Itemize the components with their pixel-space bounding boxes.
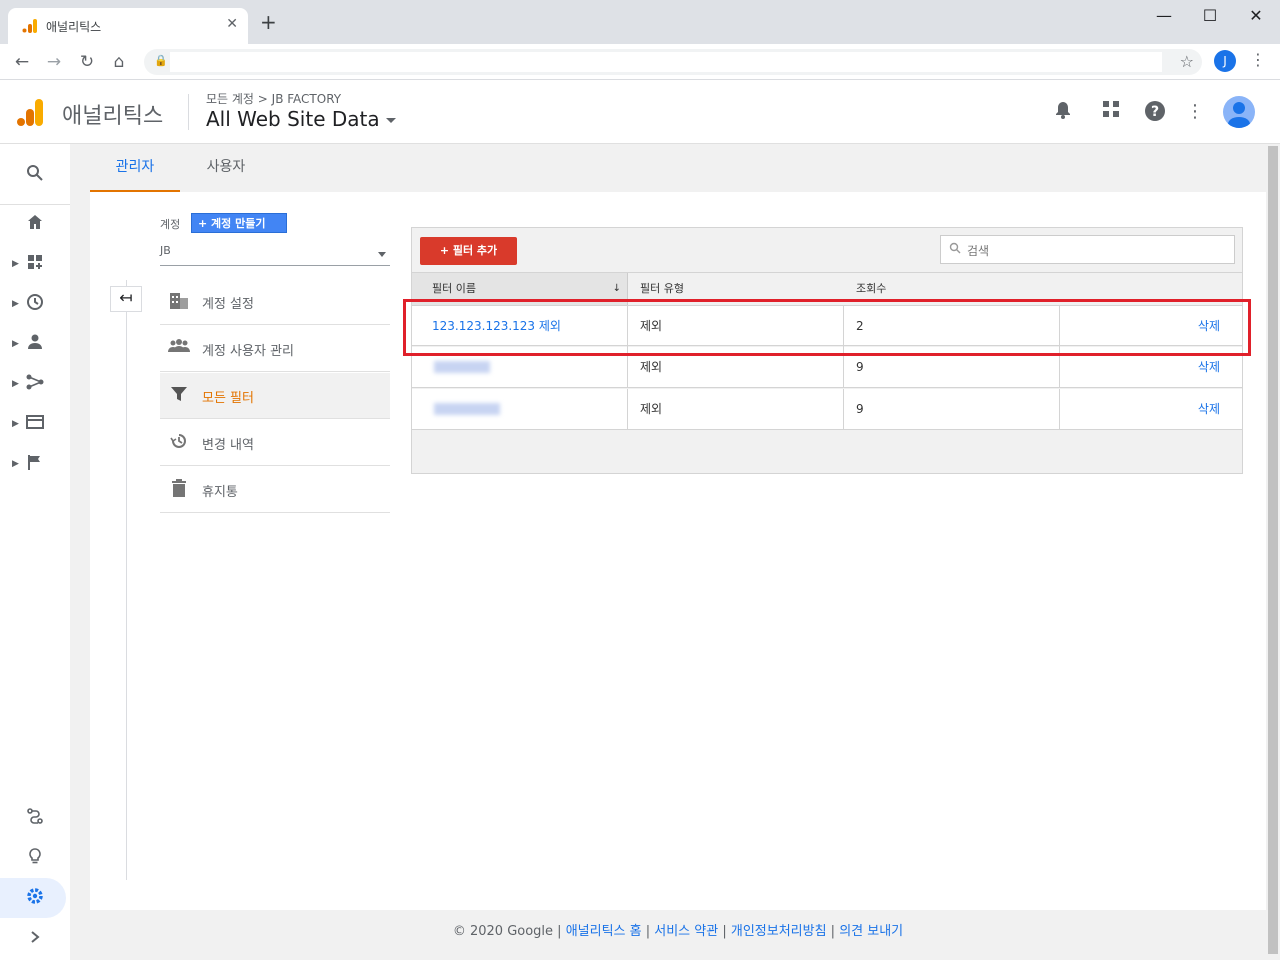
filter-views-cell: 9 xyxy=(844,389,1060,430)
create-account-button[interactable]: + 계정 만들기 xyxy=(191,213,287,233)
chevron-right-icon[interactable] xyxy=(24,928,46,950)
account-label: 계정 xyxy=(160,218,181,231)
menu-item-label: 변경 내역 xyxy=(202,438,254,453)
minimize-icon[interactable]: — xyxy=(1142,6,1186,25)
menu-item-change-history[interactable]: 변경 내역 xyxy=(160,420,390,466)
expand-arrow-icon[interactable]: ▶ xyxy=(12,299,19,309)
header-divider xyxy=(188,94,189,130)
redacted-filter-name[interactable] xyxy=(434,403,500,415)
property-name: All Web Site Data xyxy=(206,107,380,131)
history-icon xyxy=(168,432,190,454)
acquisition-icon[interactable] xyxy=(24,373,46,395)
search-placeholder: 검색 xyxy=(967,244,990,258)
admin-tabs-bar xyxy=(90,144,1266,192)
menu-item-account-settings[interactable]: 계정 설정 xyxy=(160,279,390,325)
menu-item-label: 휴지통 xyxy=(202,485,238,500)
caret-down-icon xyxy=(378,252,386,257)
account-avatar[interactable] xyxy=(1223,96,1255,128)
address-bar[interactable]: 🔒 ☆ xyxy=(144,49,1202,75)
star-icon[interactable]: ☆ xyxy=(1180,52,1194,71)
reload-icon[interactable]: ↻ xyxy=(75,50,99,74)
footer-link-privacy[interactable]: 개인정보처리방침 xyxy=(731,924,827,939)
nav-divider xyxy=(0,204,70,205)
trash-icon xyxy=(168,479,190,501)
more-vert-icon[interactable]: ⋮ xyxy=(1183,100,1207,124)
expand-arrow-icon[interactable]: ▶ xyxy=(12,419,19,429)
realtime-clock-icon[interactable] xyxy=(24,293,46,315)
chrome-menu-icon[interactable]: ⋮ xyxy=(1250,50,1266,69)
menu-item-label: 계정 사용자 관리 xyxy=(202,344,294,359)
home-nav-icon[interactable] xyxy=(24,213,46,235)
conversions-flag-icon[interactable] xyxy=(24,453,46,475)
footer-link-terms[interactable]: 서비스 약관 xyxy=(654,924,718,939)
footer-copyright: © 2020 Google xyxy=(452,924,554,939)
account-selected-value: JB xyxy=(160,244,171,257)
tab-close-icon[interactable]: ✕ xyxy=(226,16,238,32)
home-icon[interactable]: ⌂ xyxy=(107,50,131,74)
svg-text:?: ? xyxy=(1151,104,1159,120)
menu-item-label: 모든 필터 xyxy=(202,391,254,406)
expand-arrow-icon[interactable]: ▶ xyxy=(12,379,19,389)
menu-item-all-filters[interactable]: 모든 필터 xyxy=(160,373,390,419)
menu-item-user-management[interactable]: 계정 사용자 관리 xyxy=(160,326,390,372)
maximize-icon[interactable]: ☐ xyxy=(1188,6,1232,25)
people-icon xyxy=(168,338,190,360)
filter-search-input[interactable]: 검색 xyxy=(940,235,1235,264)
filter-type-cell: 제외 xyxy=(628,389,844,430)
delete-filter-link[interactable]: 삭제 xyxy=(1198,402,1220,416)
forward-icon[interactable]: → xyxy=(42,50,66,74)
breadcrumb[interactable]: 모든 계정 > JB FACTORY xyxy=(206,90,341,107)
expand-arrow-icon[interactable]: ▶ xyxy=(12,259,19,269)
lightbulb-icon[interactable] xyxy=(24,847,46,869)
profile-avatar[interactable]: J xyxy=(1214,50,1236,72)
column-divider xyxy=(126,280,127,880)
collapse-back-button[interactable]: ↤ xyxy=(110,286,142,312)
tab-admin[interactable]: 관리자 xyxy=(90,144,180,192)
customization-icon[interactable] xyxy=(24,253,46,275)
new-tab-icon[interactable]: + xyxy=(260,12,277,32)
filter-icon xyxy=(168,385,190,407)
expand-arrow-icon[interactable]: ▶ xyxy=(12,339,19,349)
app-name: 애널리틱스 xyxy=(62,104,164,129)
url-field[interactable] xyxy=(170,52,1162,72)
browser-toolbar: ← → ↻ ⌂ 🔒 ☆ xyxy=(0,44,1280,80)
expand-arrow-icon[interactable]: ▶ xyxy=(12,459,19,469)
ga-header: 애널리틱스 모든 계정 > JB FACTORY All Web Site Da… xyxy=(0,80,1280,144)
tab-user[interactable]: 사용자 xyxy=(192,144,260,192)
behavior-icon[interactable] xyxy=(24,413,46,435)
help-icon[interactable]: ? xyxy=(1143,100,1167,124)
redacted-filter-name[interactable] xyxy=(434,361,490,373)
back-icon[interactable]: ← xyxy=(10,50,34,74)
add-filter-button[interactable]: + 필터 추가 xyxy=(420,237,517,265)
footer: © 2020 Google | 애널리틱스 홈 | 서비스 약관 | 개인정보처… xyxy=(452,924,904,939)
attribution-icon[interactable] xyxy=(24,807,46,829)
tab-title: 애널리틱스 xyxy=(46,20,102,34)
search-icon[interactable] xyxy=(24,164,46,186)
close-window-icon[interactable]: ✕ xyxy=(1234,6,1278,25)
caret-down-icon xyxy=(385,118,396,123)
bell-icon[interactable] xyxy=(1051,100,1075,124)
menu-item-trash[interactable]: 휴지통 xyxy=(160,467,390,513)
lock-icon: 🔒 xyxy=(154,54,168,67)
browser-tab[interactable]: 애널리틱스 ✕ xyxy=(8,8,248,44)
menu-item-label: 계정 설정 xyxy=(202,297,254,312)
account-selector[interactable]: JB xyxy=(160,244,390,266)
property-selector[interactable]: All Web Site Data xyxy=(206,107,396,131)
footer-link-feedback[interactable]: 의견 보내기 xyxy=(839,924,903,939)
search-icon xyxy=(949,242,961,257)
building-icon xyxy=(168,291,190,313)
footer-link-analytics-home[interactable]: 애널리틱스 홈 xyxy=(566,924,642,939)
audience-person-icon[interactable] xyxy=(24,333,46,355)
analytics-favicon-icon xyxy=(22,19,37,33)
highlight-annotation-box xyxy=(403,299,1251,356)
admin-gear-icon[interactable] xyxy=(24,887,46,909)
table-row: 제외 9 삭제 xyxy=(412,389,1242,430)
scrollbar-thumb[interactable] xyxy=(1268,146,1278,954)
apps-grid-icon[interactable] xyxy=(1099,100,1123,124)
delete-filter-link[interactable]: 삭제 xyxy=(1198,360,1220,374)
analytics-logo-icon xyxy=(17,99,43,126)
